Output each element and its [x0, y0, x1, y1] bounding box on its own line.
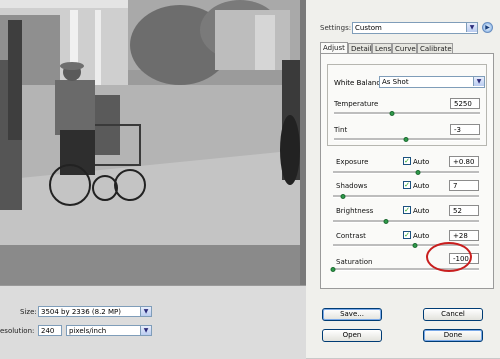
- open-button[interactable]: Open: [322, 329, 382, 342]
- brightness-slider[interactable]: [333, 219, 479, 224]
- size-select[interactable]: 3504 by 2336 (8.2 MP) ▼: [38, 306, 152, 317]
- cancel-button[interactable]: Cancel: [423, 308, 483, 321]
- check-icon: ✓: [404, 181, 410, 189]
- tab-curve[interactable]: Curve: [392, 43, 417, 53]
- save-button[interactable]: Save...: [322, 308, 382, 321]
- tab-adjust[interactable]: Adjust: [320, 42, 348, 53]
- tab-lens[interactable]: Lens: [372, 43, 392, 53]
- brightness-auto-label: Auto: [413, 207, 430, 215]
- brightness-label: Brightness: [336, 207, 374, 215]
- chevron-down-icon: ▼: [140, 326, 151, 335]
- tint-input[interactable]: -3: [450, 124, 480, 135]
- exposure-auto-checkbox[interactable]: ✓: [403, 157, 411, 165]
- exposure-slider-thumb[interactable]: [415, 170, 421, 175]
- shadows-auto-checkbox[interactable]: ✓: [403, 181, 411, 189]
- temperature-slider[interactable]: [334, 111, 480, 116]
- exposure-slider[interactable]: [333, 170, 479, 175]
- temperature-slider-thumb[interactable]: [389, 111, 395, 116]
- settings-label: Settings:: [320, 24, 352, 32]
- chevron-down-icon: ▼: [466, 23, 477, 32]
- shadows-slider-thumb[interactable]: [340, 194, 346, 199]
- adjust-panel: Settings: Custom ▼ ▶ Adjust Detail Lens …: [306, 0, 500, 358]
- shadows-label: Shadows: [336, 182, 368, 190]
- done-button[interactable]: Done: [423, 329, 483, 342]
- shadows-input[interactable]: 7: [449, 180, 479, 191]
- tint-label: Tint: [334, 126, 348, 134]
- photo-preview: [0, 0, 300, 245]
- resolution-label: esolution:: [0, 327, 35, 335]
- contrast-slider-thumb[interactable]: [412, 243, 418, 248]
- tint-slider-thumb[interactable]: [403, 137, 409, 142]
- chevron-down-icon: ▼: [140, 307, 151, 316]
- contrast-input[interactable]: +28: [449, 230, 479, 241]
- contrast-auto-checkbox[interactable]: ✓: [403, 231, 411, 239]
- saturation-slider-thumb[interactable]: [330, 267, 336, 272]
- resolution-input[interactable]: 240: [38, 325, 62, 336]
- circle-arrow-icon[interactable]: ▶: [482, 22, 493, 33]
- check-icon: ✓: [404, 206, 410, 214]
- exposure-label: Exposure: [336, 158, 369, 166]
- brightness-auto-checkbox[interactable]: ✓: [403, 206, 411, 214]
- settings-select[interactable]: Custom ▼: [352, 22, 478, 34]
- tint-slider[interactable]: [334, 137, 480, 142]
- contrast-auto-label: Auto: [413, 232, 430, 240]
- preview-footer: [0, 245, 300, 285]
- shadows-slider[interactable]: [333, 194, 479, 199]
- exposure-auto-label: Auto: [413, 158, 430, 166]
- tab-detail[interactable]: Detail: [348, 43, 372, 53]
- white-balance-select[interactable]: As Shot ▼: [379, 76, 485, 88]
- white-balance-group: White Balance: As Shot ▼ Temperature 525…: [327, 64, 487, 146]
- chevron-down-icon: ▼: [473, 77, 484, 86]
- check-icon: ✓: [404, 157, 410, 165]
- temperature-label: Temperature: [334, 100, 379, 108]
- shadows-auto-label: Auto: [413, 182, 430, 190]
- temperature-input[interactable]: 5250: [450, 98, 480, 109]
- size-label: Size:: [20, 308, 37, 316]
- brightness-slider-thumb[interactable]: [383, 219, 389, 224]
- check-icon: ✓: [404, 231, 410, 239]
- workflow-options: Size: 3504 by 2336 (8.2 MP) ▼ esolution:…: [0, 285, 306, 359]
- contrast-label: Contrast: [336, 232, 366, 240]
- exposure-input[interactable]: +0.80: [449, 156, 479, 167]
- resolution-unit-select[interactable]: pixels/inch ▼: [66, 325, 152, 336]
- saturation-label: Saturation: [336, 258, 373, 266]
- preview-image: [0, 0, 300, 245]
- brightness-input[interactable]: 52: [449, 205, 479, 216]
- highlight-circle: [426, 242, 472, 272]
- tab-calibrate[interactable]: Calibrate: [417, 43, 453, 53]
